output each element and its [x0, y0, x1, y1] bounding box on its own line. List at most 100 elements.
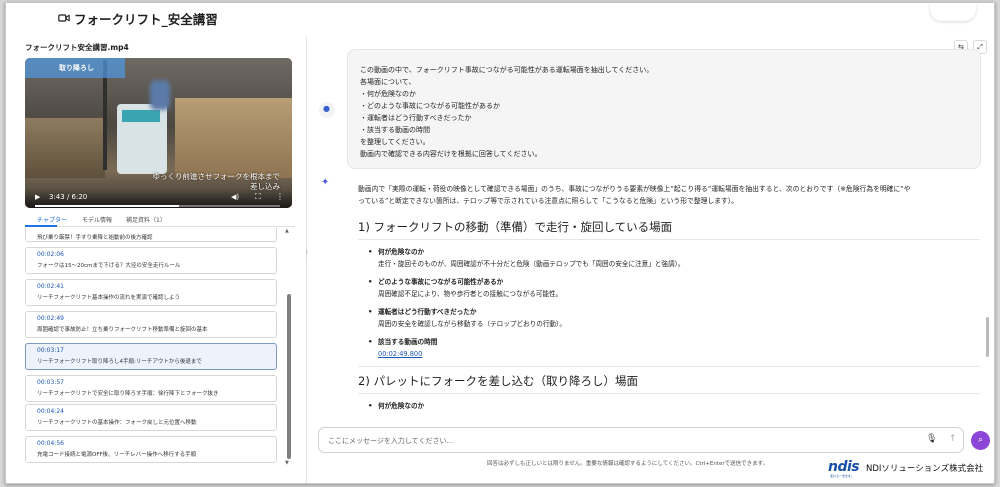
section-heading: 2) パレットにフォークを差し込む（取り降ろし）場面 [358, 374, 638, 388]
tab-chapters[interactable]: チャプター [37, 215, 67, 224]
user-message-line: ・何が危険なのか [360, 90, 416, 98]
chapter-time[interactable]: 00:03:17 [37, 347, 276, 357]
page-title: フォークリフト_安全講習 [74, 12, 218, 27]
bullet-dot: • [368, 338, 373, 346]
header: フォークリフト_安全講習 [6, 3, 994, 37]
video-progress-bar[interactable] [35, 205, 280, 207]
video-player[interactable]: 取り降ろし ゆっくり前進させフォークを根本まで 差し込み ▶ 3:43 / 6:… [25, 58, 292, 208]
app-window: フォークリフト_安全講習 フォークリフト安全講習.mp4 取り降ろし ゆっくり前… [5, 2, 995, 484]
bullet-answer: 周囲確認不足により、物や歩行者との接触につながる可能性。 [378, 290, 563, 298]
sparkle-icon: ✦ [321, 177, 330, 188]
fullscreen-icon[interactable]: ⛶ [255, 192, 261, 202]
chapter-time[interactable]: 00:04:56 [37, 440, 276, 450]
bullet-dot: • [368, 402, 373, 410]
chapter-desc: リーチフォークリフト基本操作の流れを実演で確認しよう [37, 295, 181, 301]
message-input-box[interactable]: ここにメッセージを入力してください... 🎙 ↑ [318, 427, 964, 453]
send-arrow-icon[interactable]: ↑ [949, 434, 957, 444]
chapter-item-selected[interactable]: 00:03:17 リーチフォークリフト取り降ろし4手順:リーチアウトから後退まで [25, 343, 277, 370]
video-frame-operator [150, 80, 170, 110]
chapter-desc: リーチフォークリフトの基本操作：フォーク戻しと元位置へ移動 [37, 420, 197, 426]
chapter-item[interactable]: 00:02:49 周囲確認で事故防止！立ち乗りフォークリフト移動準備と旋回の基本 [25, 311, 277, 338]
logo-tagline: 変わる一歩をを。 [830, 474, 855, 478]
chapter-scrollbar-thumb[interactable] [287, 294, 291, 459]
user-message-line: ・どのような事故につながる可能性があるか [360, 102, 500, 110]
section-rule [358, 393, 980, 394]
microphone-icon[interactable]: 🎙 [926, 434, 937, 444]
bullet-question: • 運転者はどう行動すべきだったか [368, 308, 477, 316]
bullet-question: • 何が危険なのか [368, 248, 425, 256]
video-frame-cartons-left [25, 118, 105, 178]
chapter-item[interactable]: 00:02:41 リーチフォークリフト基本操作の流れを実演で確認しよう [25, 279, 277, 306]
bullet-question: • 何が危険なのか [368, 402, 425, 410]
response-intro-line1: 動画内で「実際の運転・荷役の映像として確認できる場面」のうち、事故につながりうる… [358, 185, 911, 193]
chapter-desc: リーチフォークリフト取り降ろし4手順:リーチアウトから後退まで [37, 359, 202, 365]
bullet-question: • どのような事故につながる可能性があるか [368, 278, 504, 286]
chapter-desc: 充電コード接続と電源OFF後、リーチレバー操作へ移行する手順 [37, 452, 197, 458]
response-intro: 動画内で「実際の運転・荷役の映像として確認できる場面」のうち、事故につながりうる… [358, 183, 978, 207]
user-message-line: この動画の中で、フォークリフト事故につながる可能性がある運転場面を抽出してくださ… [360, 66, 654, 74]
chat-scrollbar-thumb[interactable] [986, 317, 989, 357]
company-name: NDIソリューションズ株式会社 [866, 464, 984, 474]
disclaimer-text: 回答は必ずしも正しいとは限りません。重要な情報は確認するようにしてください。Ct… [487, 461, 769, 467]
chapter-time[interactable]: 00:02:41 [37, 283, 276, 293]
chapter-item[interactable]: 00:02:06 フォークは15〜20cmまで下げる？大径の安全走行ルール [25, 247, 277, 274]
video-time: 3:43 / 6:20 [49, 193, 88, 201]
company-logo: ndis 変わる一歩をを。 NDIソリューションズ株式会社 [828, 459, 988, 479]
video-frame-forklift-stripe [122, 110, 160, 122]
section-rule [358, 366, 980, 367]
search-icon[interactable]: ⌕ [971, 431, 990, 450]
chapter-item[interactable]: 00:04:24 リーチフォークリフトの基本操作：フォーク戻しと元位置へ移動 [25, 404, 277, 431]
chapter-item[interactable]: 00:04:56 充電コード接続と電源OFF後、リーチレバー操作へ移行する手順 [25, 436, 277, 463]
assistant-message: 動画内で「実際の運転・荷役の映像として確認できる場面」のうち、事故につながりうる… [347, 183, 981, 423]
user-message-line: 動画内で確認できる内容だけを根拠に回答してください。 [360, 150, 542, 158]
chapter-desc: 飛び乗り厳禁！手すり乗降と始動前の後方確認 [37, 235, 153, 241]
volume-icon[interactable]: ◀) [231, 193, 239, 201]
play-icon[interactable]: ▶ [35, 193, 40, 201]
video-panel: フォークリフト安全講習.mp4 取り降ろし ゆっくり前進させフォークを根本まで … [6, 37, 306, 483]
chat-panel: ⇆ ⤢ ● この動画の中で、フォークリフト事故につながる可能性がある運転場面を抽… [307, 37, 994, 483]
section-rule [358, 239, 980, 240]
user-message: この動画の中で、フォークリフト事故につながる可能性がある運転場面を抽出してくださ… [347, 49, 981, 169]
user-icon: ● [323, 104, 330, 113]
bullet-answer: 走行・旋回そのものが、周囲確認が不十分だと危険（動画テロップでも「周囲の安全に注… [378, 260, 685, 268]
video-camera-icon [58, 14, 70, 22]
video-frame-cartons-right [175, 98, 292, 178]
chapter-item[interactable]: 飛び乗り厳禁！手すり乗降と始動前の後方確認 [25, 228, 277, 242]
header-menu-button[interactable] [930, 3, 976, 21]
tab-model-info[interactable]: モデル情報 [82, 215, 112, 224]
user-avatar: ● [319, 102, 335, 118]
bullet-dot: • [368, 308, 373, 316]
user-message-line: ・運転者はどう行動すべきだったか [360, 114, 472, 122]
scene-badge: 取り降ろし [25, 58, 125, 78]
bullet-answer: 周囲の安全を確認しながら移動する（テロップどおりの行動）。 [378, 320, 566, 328]
chapter-desc: 周囲確認で事故防止！立ち乗りフォークリフト移動準備と旋回の基本 [37, 327, 208, 333]
assistant-avatar: ✦ [319, 177, 335, 193]
video-progress-fill [35, 205, 179, 207]
scroll-down-arrow-icon[interactable]: ▼ [285, 460, 289, 466]
section-heading: 1) フォークリフトの移動（準備）で走行・旋回している場面 [358, 220, 673, 234]
response-intro-line2: っている”と断定できない箇所は、テロップ等で示されている注意点に照らして「こうな… [358, 197, 738, 205]
chapter-list: 飛び乗り厳禁！手すり乗降と始動前の後方確認 00:02:06 フォークは15〜2… [25, 228, 284, 468]
chapter-desc: フォークは15〜20cmまで下げる？大径の安全走行ルール [37, 263, 181, 269]
tab-supplementary[interactable]: 補足資料（1） [126, 215, 166, 224]
bullet-question: • 該当する動画の時間 [368, 338, 438, 346]
logo-mark: ndis [828, 459, 860, 475]
timestamp-link[interactable]: 00:02:49.800 [358, 348, 981, 360]
tab-divider [25, 226, 295, 227]
user-message-line: ・該当する動画の時間 [360, 126, 430, 134]
video-file-name: フォークリフト安全講習.mp4 [25, 43, 129, 52]
chapter-time[interactable]: 00:02:06 [37, 251, 276, 261]
scroll-up-arrow-icon[interactable]: ▲ [285, 228, 289, 234]
chapter-item[interactable]: 00:03:57 リーチフォークリフトで安全に取り降ろす手順：徐行降下とフォーク… [25, 375, 277, 402]
chapter-desc: リーチフォークリフトで安全に取り降ろす手順：徐行降下とフォーク抜き [37, 391, 219, 397]
video-subtitle-line1: ゆっくり前進させフォークを根本まで [152, 172, 281, 181]
chapter-time[interactable]: 00:03:57 [37, 379, 276, 389]
video-controls: ▶ 3:43 / 6:20 ◀) ⛶ ⋮ [25, 189, 292, 208]
user-message-line: 各場面について、 [360, 78, 416, 86]
chapter-time[interactable]: 00:02:49 [37, 315, 276, 325]
message-input-placeholder[interactable]: ここにメッセージを入力してください... [328, 436, 453, 446]
more-vert-icon[interactable]: ⋮ [276, 192, 284, 201]
tab-active-underline [25, 225, 57, 227]
chapter-time[interactable]: 00:04:24 [37, 408, 276, 418]
bullet-dot: • [368, 248, 373, 256]
